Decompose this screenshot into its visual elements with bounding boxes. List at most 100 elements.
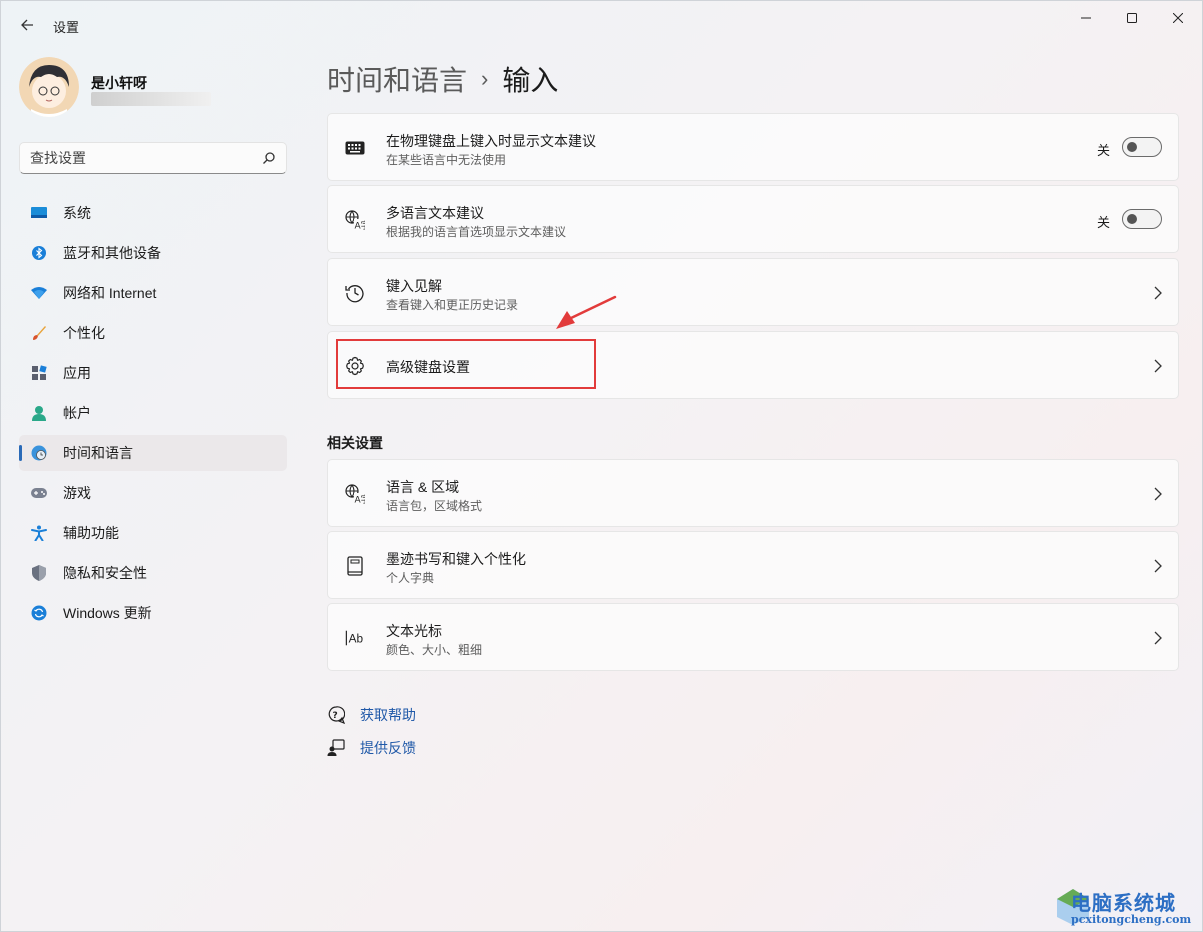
svg-text:Ab: Ab [349, 632, 364, 646]
breadcrumb-separator: › [481, 66, 489, 91]
sidebar-item-label: 网络和 Internet [63, 285, 157, 301]
brush-icon [31, 325, 47, 341]
chevron-right-icon [1154, 286, 1162, 300]
sidebar-item-accessibility[interactable]: 辅助功能 [19, 515, 287, 551]
sidebar-item-windows-update[interactable]: Windows 更新 [19, 595, 287, 631]
sidebar-item-label: 帐户 [63, 405, 91, 421]
setting-typing-insights[interactable]: 键入见解 查看键入和更正历史记录 [327, 258, 1179, 326]
back-arrow-icon [21, 19, 33, 31]
watermark: 电脑系统城 pcxitongcheng.com [1053, 879, 1203, 932]
search-input[interactable] [30, 143, 250, 173]
setting-subtitle: 个人字典 [386, 571, 435, 585]
settings-window: 设置 是小轩呀 系统 [0, 0, 1203, 932]
avatar-image-icon [19, 57, 79, 117]
chevron-right-icon [1154, 487, 1162, 501]
notebook-icon [345, 556, 365, 576]
maximize-icon [1127, 13, 1137, 23]
setting-title: 键入见解 [386, 278, 442, 294]
search-icon[interactable] [262, 151, 276, 165]
get-help-label: 获取帮助 [360, 707, 416, 723]
minimize-button[interactable] [1063, 5, 1109, 31]
history-icon [345, 283, 365, 303]
language-icon: A字 [345, 210, 365, 230]
sidebar-item-label: 游戏 [63, 485, 91, 501]
language-icon: A字 [345, 484, 365, 504]
wifi-icon [31, 285, 47, 301]
breadcrumb-parent[interactable]: 时间和语言 [327, 59, 467, 99]
feedback-link[interactable]: 提供反馈 [327, 738, 416, 758]
watermark-title: 电脑系统城 [1071, 891, 1176, 915]
setting-multilingual-text-suggestions: A字 多语言文本建议 根据我的语言首选项显示文本建议 关 [327, 185, 1179, 253]
back-button[interactable] [13, 13, 41, 37]
setting-subtitle: 查看键入和更正历史记录 [386, 298, 519, 312]
sidebar-item-apps[interactable]: 应用 [19, 355, 287, 391]
sidebar-item-bluetooth[interactable]: 蓝牙和其他设备 [19, 235, 287, 271]
sidebar-nav: 系统 蓝牙和其他设备 网络和 Internet 个性化 应用 帐户 时间和语言 … [19, 195, 287, 635]
setting-title: 语言 & 区域 [386, 479, 460, 495]
gamepad-icon [31, 485, 47, 501]
account-icon [31, 405, 47, 421]
help-chat-icon: ? [327, 706, 345, 724]
minimize-icon [1081, 17, 1091, 19]
related-text-cursor[interactable]: Ab 文本光标 颜色、大小、粗细 [327, 603, 1179, 671]
annotation-highlight-box [336, 339, 596, 389]
sidebar-item-label: 蓝牙和其他设备 [63, 245, 161, 261]
watermark-url: pcxitongcheng.com [1071, 913, 1192, 926]
sidebar-item-label: 应用 [63, 365, 91, 381]
toggle-state-label: 关 [1096, 215, 1110, 230]
sidebar-item-system[interactable]: 系统 [19, 195, 287, 231]
chevron-right-icon [1154, 559, 1162, 573]
sidebar-item-label: 时间和语言 [63, 445, 133, 461]
sidebar-item-label: 个性化 [63, 325, 105, 341]
toggle-knob [1127, 214, 1137, 224]
title-bar: 设置 [1, 1, 1202, 47]
sidebar-item-label: 辅助功能 [63, 525, 119, 541]
sidebar-item-personalization[interactable]: 个性化 [19, 315, 287, 351]
close-button[interactable] [1155, 5, 1201, 31]
svg-text:A字: A字 [355, 220, 366, 231]
chevron-right-icon [1154, 359, 1162, 373]
user-email-redacted [91, 92, 211, 106]
bluetooth-icon [31, 245, 47, 261]
sidebar-item-accounts[interactable]: 帐户 [19, 395, 287, 431]
close-icon [1173, 13, 1183, 23]
feedback-icon [327, 739, 345, 757]
apps-icon [31, 365, 47, 381]
system-icon [31, 205, 47, 221]
text-cursor-icon: Ab [345, 628, 365, 648]
maximize-button[interactable] [1109, 5, 1155, 31]
related-pen-ink-typing[interactable]: 墨迹书写和键入个性化 个人字典 [327, 531, 1179, 599]
accessibility-icon [31, 525, 47, 541]
svg-text:A字: A字 [355, 494, 366, 505]
chevron-right-icon [1154, 631, 1162, 645]
sidebar-item-label: 隐私和安全性 [63, 565, 147, 581]
time-language-icon [31, 445, 47, 461]
sidebar-item-label: 系统 [63, 205, 91, 221]
search-box[interactable] [19, 142, 287, 174]
multilingual-toggle[interactable] [1122, 209, 1162, 229]
keyboard-icon [345, 138, 365, 158]
sidebar-item-time-language[interactable]: 时间和语言 [19, 435, 287, 471]
sidebar-item-network[interactable]: 网络和 Internet [19, 275, 287, 311]
sidebar-item-label: Windows 更新 [63, 605, 152, 621]
setting-title: 墨迹书写和键入个性化 [386, 551, 526, 567]
related-language-region[interactable]: A字 语言 & 区域 语言包，区域格式 [327, 459, 1179, 527]
annotation-arrow-icon [556, 295, 617, 329]
setting-title: 多语言文本建议 [386, 205, 484, 221]
setting-subtitle: 颜色、大小、粗细 [386, 643, 483, 657]
get-help-link[interactable]: ? 获取帮助 [327, 705, 416, 725]
related-settings-heading: 相关设置 [327, 435, 383, 451]
update-icon [31, 605, 47, 621]
svg-text:?: ? [333, 711, 338, 721]
avatar[interactable] [19, 57, 79, 117]
setting-text-suggestions-physical-keyboard: 在物理键盘上键入时显示文本建议 在某些语言中无法使用 关 [327, 113, 1179, 181]
setting-title: 文本光标 [386, 623, 442, 639]
setting-subtitle: 在某些语言中无法使用 [386, 153, 507, 167]
sidebar-item-gaming[interactable]: 游戏 [19, 475, 287, 511]
setting-title: 在物理键盘上键入时显示文本建议 [386, 133, 596, 149]
sidebar-item-privacy[interactable]: 隐私和安全性 [19, 555, 287, 591]
shield-icon [31, 565, 47, 581]
user-name: 是小轩呀 [91, 75, 147, 91]
text-suggestions-toggle[interactable] [1122, 137, 1162, 157]
toggle-knob [1127, 142, 1137, 152]
